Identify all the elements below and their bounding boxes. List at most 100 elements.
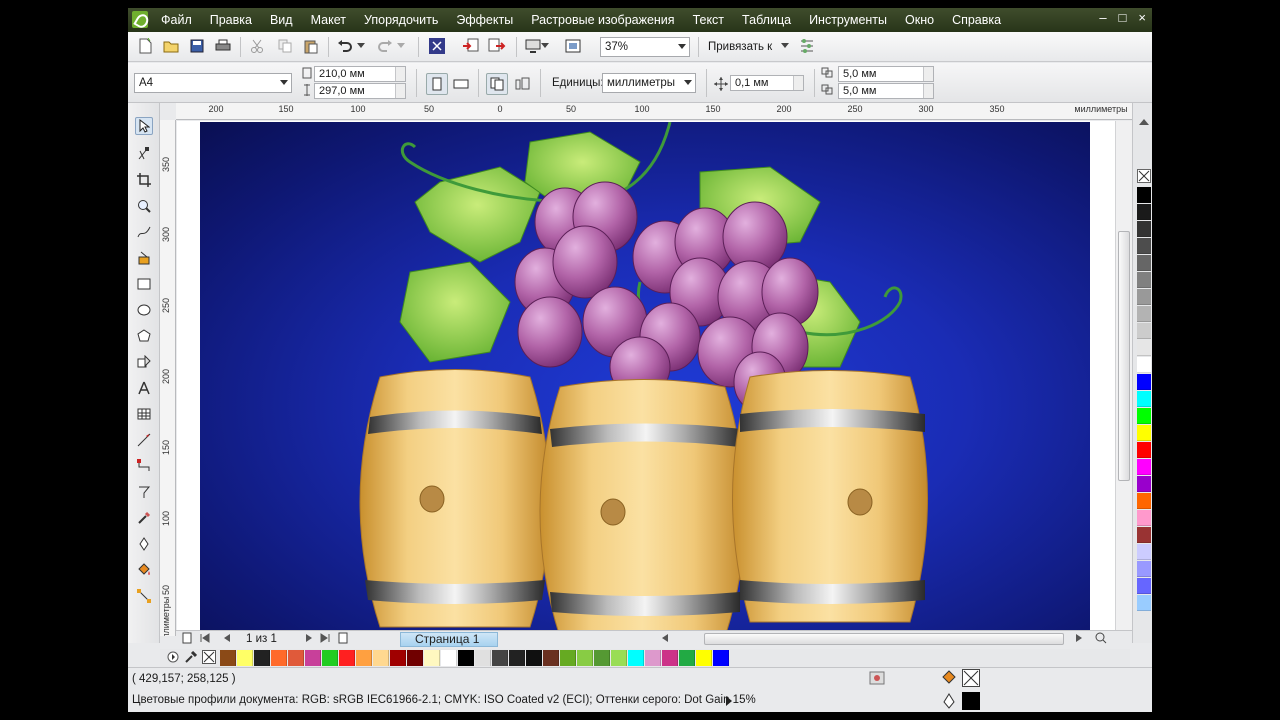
close-button[interactable]: × xyxy=(1138,10,1146,25)
color-swatch[interactable] xyxy=(1137,272,1151,288)
color-swatch[interactable] xyxy=(594,650,610,666)
color-swatch[interactable] xyxy=(1137,306,1151,322)
first-page-icon[interactable] xyxy=(198,631,212,645)
connector-tool-icon[interactable] xyxy=(135,457,153,475)
eyedropper-tool-icon[interactable] xyxy=(135,509,153,527)
vertical-scrollbar[interactable] xyxy=(1115,121,1132,636)
color-swatch[interactable] xyxy=(424,650,440,666)
dimension-tool-icon[interactable] xyxy=(135,431,153,449)
navigator-zoom-icon[interactable] xyxy=(1094,631,1108,645)
color-swatch[interactable] xyxy=(1137,544,1151,560)
current-page-icon[interactable] xyxy=(514,75,532,93)
launcher-dropdown-icon[interactable] xyxy=(540,37,550,55)
color-swatch[interactable] xyxy=(1137,476,1151,492)
export-icon[interactable] xyxy=(488,37,506,55)
page-size-select[interactable]: A4 xyxy=(134,73,292,93)
color-swatch[interactable] xyxy=(1137,221,1151,237)
cut-icon[interactable] xyxy=(248,37,266,55)
color-swatch[interactable] xyxy=(1137,578,1151,594)
color-swatch[interactable] xyxy=(1137,408,1151,424)
scrollbar-thumb[interactable] xyxy=(1118,231,1130,481)
horizontal-scrollbar[interactable] xyxy=(704,633,1064,645)
menu-tools[interactable]: Инструменты xyxy=(800,8,896,32)
page-width-field[interactable]: 210,0 мм xyxy=(314,66,406,82)
scroll-right-icon[interactable] xyxy=(1072,631,1086,645)
color-swatch[interactable] xyxy=(356,650,372,666)
save-icon[interactable] xyxy=(188,37,206,55)
color-swatch[interactable] xyxy=(577,650,593,666)
menu-bitmaps[interactable]: Растровые изображения xyxy=(522,8,683,32)
spin-buttons[interactable] xyxy=(793,76,803,90)
copy-icon[interactable] xyxy=(276,37,294,55)
fill-indicator-icon[interactable] xyxy=(940,669,958,687)
color-swatch[interactable] xyxy=(1137,527,1151,543)
menu-effects[interactable]: Эффекты xyxy=(447,8,522,32)
color-swatch[interactable] xyxy=(1137,289,1151,305)
menu-window[interactable]: Окно xyxy=(896,8,943,32)
color-eyedropper-icon[interactable] xyxy=(184,650,198,664)
search-content-icon[interactable] xyxy=(428,37,446,55)
outline-indicator-icon[interactable] xyxy=(940,692,958,710)
menu-help[interactable]: Справка xyxy=(943,8,1010,32)
outline-tool-icon[interactable] xyxy=(135,535,153,553)
undo-icon[interactable] xyxy=(336,37,354,55)
options-icon[interactable] xyxy=(798,37,816,55)
menu-layout[interactable]: Макет xyxy=(302,8,355,32)
menu-edit[interactable]: Правка xyxy=(201,8,261,32)
redo-dropdown-icon[interactable] xyxy=(396,37,406,55)
color-swatch[interactable] xyxy=(628,650,644,666)
paste-icon[interactable] xyxy=(302,37,320,55)
color-swatch[interactable] xyxy=(543,650,559,666)
color-swatch[interactable] xyxy=(339,650,355,666)
color-profiles-info[interactable]: Цветовые профили документа: RGB: sRGB IE… xyxy=(132,692,756,708)
next-page-icon[interactable] xyxy=(302,631,316,645)
rectangle-tool-icon[interactable] xyxy=(135,275,153,293)
color-swatch[interactable] xyxy=(390,650,406,666)
fill-none-swatch-icon[interactable] xyxy=(962,669,980,687)
page-tab[interactable]: Страница 1 xyxy=(400,632,498,647)
blend-tool-icon[interactable] xyxy=(135,483,153,501)
import-icon[interactable] xyxy=(462,37,480,55)
palette-scroll-up-icon[interactable] xyxy=(1137,115,1151,129)
zoom-tool-icon[interactable] xyxy=(135,197,153,215)
spin-buttons[interactable] xyxy=(923,84,933,98)
color-swatch[interactable] xyxy=(237,650,253,666)
no-fill-swatch-icon[interactable] xyxy=(202,650,216,664)
color-swatch[interactable] xyxy=(1137,374,1151,390)
color-swatch[interactable] xyxy=(407,650,423,666)
fill-tool-icon[interactable] xyxy=(135,561,153,579)
color-swatch[interactable] xyxy=(475,650,491,666)
ellipse-tool-icon[interactable] xyxy=(135,301,153,319)
color-swatch[interactable] xyxy=(1137,561,1151,577)
color-swatch[interactable] xyxy=(271,650,287,666)
color-swatch[interactable] xyxy=(492,650,508,666)
color-swatch[interactable] xyxy=(1137,442,1151,458)
grape-barrels-artwork[interactable] xyxy=(200,122,1090,636)
horizontal-ruler[interactable]: 200 150 100 50 0 50 100 150 200 250 300 … xyxy=(176,103,1132,120)
color-swatch[interactable] xyxy=(611,650,627,666)
menu-arrange[interactable]: Упорядочить xyxy=(355,8,447,32)
color-swatch[interactable] xyxy=(1137,323,1151,339)
color-swatch[interactable] xyxy=(1137,595,1151,611)
color-swatch[interactable] xyxy=(1137,187,1151,203)
zoom-level-select[interactable]: 37% xyxy=(600,37,690,57)
new-document-icon[interactable] xyxy=(136,37,154,55)
color-swatch[interactable] xyxy=(509,650,525,666)
polygon-tool-icon[interactable] xyxy=(135,327,153,345)
menu-text[interactable]: Текст xyxy=(684,8,733,32)
color-swatch[interactable] xyxy=(1137,391,1151,407)
color-swatch[interactable] xyxy=(1137,340,1151,356)
crop-tool-icon[interactable] xyxy=(135,171,153,189)
color-swatch[interactable] xyxy=(1137,459,1151,475)
color-swatch[interactable] xyxy=(679,650,695,666)
all-pages-icon[interactable] xyxy=(486,73,508,95)
text-tool-icon[interactable] xyxy=(135,379,153,397)
redo-icon[interactable] xyxy=(376,37,394,55)
menu-file[interactable]: Файл xyxy=(152,8,201,32)
outline-color-swatch[interactable] xyxy=(962,692,980,710)
vertical-ruler[interactable]: 350 300 250 200 150 100 50 миллиметры xyxy=(160,120,176,636)
duplicate-x-field[interactable]: 5,0 мм xyxy=(838,66,934,82)
color-swatch[interactable] xyxy=(220,650,236,666)
welcome-screen-icon[interactable] xyxy=(564,37,582,55)
color-swatch[interactable] xyxy=(458,650,474,666)
